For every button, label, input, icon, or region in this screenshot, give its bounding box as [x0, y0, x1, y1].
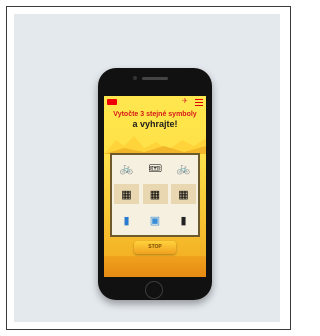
balloon-icon: ✈ — [182, 98, 188, 105]
stop-button[interactable]: STOP — [134, 241, 176, 254]
reel-row-3: ▮ ▣ ▮ — [114, 210, 196, 232]
reel-row-1: 🚲 🎟 🚲 — [114, 158, 196, 180]
ground-illustration — [104, 256, 206, 277]
smartphone: ✈ Vytočte 3 stejné symboly a vyhrajte! 🚲… — [98, 68, 212, 300]
app-top-bar: ✈ — [104, 96, 206, 109]
bicycle-icon: 🚲 — [176, 162, 191, 175]
brand-logo[interactable] — [107, 99, 117, 105]
ticket-icon: 🎟 — [148, 162, 162, 175]
product-box-icon: ▦ — [114, 184, 139, 204]
phone-screen: ✈ Vytočte 3 stejné symboly a vyhrajte! 🚲… — [104, 96, 206, 277]
product-box-icon: ▦ — [142, 184, 168, 204]
earpiece-speaker — [142, 77, 168, 80]
headline-line-2: a vyhrajte! — [132, 119, 178, 129]
fridge-icon: ▮ — [180, 214, 187, 227]
product-box-icon: ▦ — [171, 184, 196, 204]
headline-line-1: Vytočte 3 stejné symboly — [113, 111, 197, 118]
slot-machine: 🚲 🎟 🚲 ▦ ▦ ▦ ▮ ▣ ▮ — [110, 153, 200, 237]
bicycle-icon: 🚲 — [119, 162, 134, 175]
pack-icon: ▣ — [149, 214, 161, 227]
landscape-illustration — [104, 136, 206, 154]
front-camera — [133, 76, 137, 80]
home-button[interactable] — [145, 281, 163, 299]
reel-row-2: ▦ ▦ ▦ — [114, 184, 196, 206]
bottle-icon: ▮ — [123, 214, 130, 227]
hamburger-menu-icon[interactable] — [195, 99, 203, 106]
